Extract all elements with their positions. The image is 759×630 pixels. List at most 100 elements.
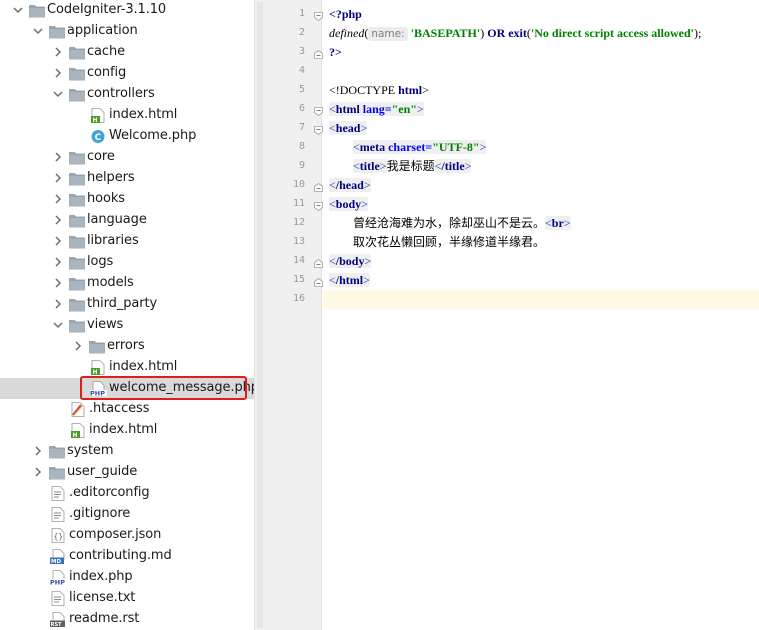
code-line-11: <body> bbox=[329, 195, 368, 214]
folder-icon bbox=[69, 256, 85, 271]
tree-file[interactable]: Hindex.html bbox=[0, 357, 254, 378]
html-file-icon: H bbox=[90, 108, 106, 123]
tree-file[interactable]: PHP welcome_message.php bbox=[0, 378, 259, 399]
chevron-right-icon[interactable] bbox=[32, 466, 44, 478]
tag-name: /head bbox=[335, 178, 364, 192]
chevron-right-icon[interactable] bbox=[52, 256, 64, 268]
fold-start-icon[interactable] bbox=[314, 10, 323, 21]
tree-file[interactable]: Hindex.html bbox=[0, 420, 254, 441]
chevron-down-icon[interactable] bbox=[32, 25, 44, 37]
tree-folder[interactable]: errors bbox=[0, 336, 254, 357]
poem-line-1: 曾经沧海难为水，除却巫山不是云。 bbox=[353, 216, 546, 230]
tree-file[interactable]: C Welcome.php bbox=[0, 126, 254, 147]
folder-icon bbox=[29, 4, 45, 19]
chevron-right-icon[interactable] bbox=[52, 193, 64, 205]
tree-scrollbar-thumb[interactable] bbox=[257, 2, 263, 628]
tree-file[interactable]: .editorconfig bbox=[0, 483, 254, 504]
tree-file[interactable]: Hindex.html bbox=[0, 105, 254, 126]
chevron-right-icon[interactable] bbox=[52, 67, 64, 79]
fold-start-icon[interactable] bbox=[314, 105, 323, 116]
code-line-3: ?> bbox=[329, 43, 342, 62]
current-line-highlight bbox=[323, 290, 759, 309]
tree-item-label: license.txt bbox=[69, 590, 136, 605]
chevron-right-icon[interactable] bbox=[52, 172, 64, 184]
tree-folder[interactable]: controllers bbox=[0, 84, 254, 105]
fold-end-icon[interactable] bbox=[314, 276, 323, 287]
folder-icon bbox=[49, 25, 65, 40]
line-number: 9 bbox=[298, 160, 305, 171]
code-line-10: </head> bbox=[329, 176, 371, 195]
tree-item-label: user_guide bbox=[67, 464, 138, 479]
tree-folder[interactable]: logs bbox=[0, 252, 254, 273]
tree-folder[interactable]: core bbox=[0, 147, 254, 168]
tree-file[interactable]: PHP index.php bbox=[0, 567, 254, 588]
text-file-icon bbox=[50, 591, 66, 606]
fold-end-icon[interactable] bbox=[314, 48, 323, 59]
tree-file[interactable]: MD contributing.md bbox=[0, 546, 254, 567]
attr-lang: lang= bbox=[359, 102, 392, 116]
fold-end-icon[interactable] bbox=[314, 257, 323, 268]
line-number: 3 bbox=[298, 46, 305, 57]
tree-file[interactable]: RST readme.rst bbox=[0, 609, 254, 630]
chevron-right-icon[interactable] bbox=[52, 151, 64, 163]
tree-item-label: language bbox=[87, 212, 147, 227]
chevron-right-icon[interactable] bbox=[52, 214, 64, 226]
tree-folder[interactable]: system bbox=[0, 441, 254, 462]
fold-start-icon[interactable] bbox=[314, 124, 323, 135]
tag-name: br bbox=[551, 216, 564, 230]
php-class-icon: C bbox=[90, 129, 106, 144]
fold-start-icon[interactable] bbox=[314, 200, 323, 211]
code-line-6: <html lang="en"> bbox=[329, 100, 424, 119]
tree-file[interactable]: .gitignore bbox=[0, 504, 254, 525]
chevron-right-icon[interactable] bbox=[52, 235, 64, 247]
chevron-right-icon[interactable] bbox=[72, 340, 84, 352]
chevron-down-icon[interactable] bbox=[52, 319, 64, 331]
tree-folder[interactable]: libraries bbox=[0, 231, 254, 252]
tree-item-label: errors bbox=[107, 338, 145, 353]
tree-scrollbar[interactable] bbox=[254, 0, 265, 630]
statement-end: ); bbox=[693, 26, 702, 40]
tree-item-label: .gitignore bbox=[69, 506, 131, 521]
folder-icon bbox=[69, 214, 85, 229]
rst-file-icon: RST bbox=[50, 612, 66, 627]
tree-file[interactable]: .htaccess bbox=[0, 399, 254, 420]
chevron-down-icon[interactable] bbox=[52, 88, 64, 100]
gt: > bbox=[416, 102, 424, 116]
tree-file[interactable]: license.txt bbox=[0, 588, 254, 609]
line-number: 16 bbox=[292, 293, 305, 304]
tree-folder[interactable]: config bbox=[0, 63, 254, 84]
chevron-right-icon[interactable] bbox=[52, 277, 64, 289]
tree-item-label: .editorconfig bbox=[69, 485, 150, 500]
chevron-right-icon[interactable] bbox=[52, 46, 64, 58]
tag-name: /html bbox=[335, 273, 364, 287]
line-number: 4 bbox=[298, 65, 305, 76]
tree-folder[interactable]: third_party bbox=[0, 294, 254, 315]
code-editor[interactable]: 1 2 3 4 5 6 7 8 9 10 11 12 13 14 15 16 <?php defined(na… bbox=[265, 0, 759, 630]
tree-folder[interactable]: hooks bbox=[0, 189, 254, 210]
chevron-right-icon[interactable] bbox=[52, 298, 64, 310]
code-line-5: <!DOCTYPE html> bbox=[329, 81, 429, 100]
code-line-7: <head> bbox=[329, 119, 368, 138]
tree-folder[interactable]: language bbox=[0, 210, 254, 231]
tree-item-label: readme.rst bbox=[69, 611, 140, 626]
tree-file[interactable]: {} composer.json bbox=[0, 525, 254, 546]
chevron-right-icon[interactable] bbox=[32, 445, 44, 457]
parameter-hint: name: bbox=[368, 27, 408, 41]
tree-item-label: index.html bbox=[109, 359, 178, 374]
tree-folder[interactable]: user_guide bbox=[0, 462, 254, 483]
tree-folder[interactable]: cache bbox=[0, 42, 254, 63]
tree-folder[interactable]: views bbox=[0, 315, 254, 336]
tree-folder[interactable]: CodeIgniter-3.1.10 bbox=[0, 0, 254, 21]
line-number: 8 bbox=[298, 141, 305, 152]
markdown-file-icon: MD bbox=[50, 549, 66, 564]
tree-folder[interactable]: application bbox=[0, 21, 254, 42]
attr-value: "en" bbox=[391, 102, 417, 116]
tree-folder[interactable]: helpers bbox=[0, 168, 254, 189]
tree-folder[interactable]: models bbox=[0, 273, 254, 294]
doctype-open: <!DOCTYPE bbox=[329, 83, 399, 97]
fold-end-icon[interactable] bbox=[314, 181, 323, 192]
tree-item-label: CodeIgniter-3.1.10 bbox=[47, 2, 167, 17]
svg-text:RST: RST bbox=[51, 622, 62, 627]
chevron-down-icon[interactable] bbox=[12, 4, 24, 16]
line-number: 7 bbox=[298, 122, 305, 133]
